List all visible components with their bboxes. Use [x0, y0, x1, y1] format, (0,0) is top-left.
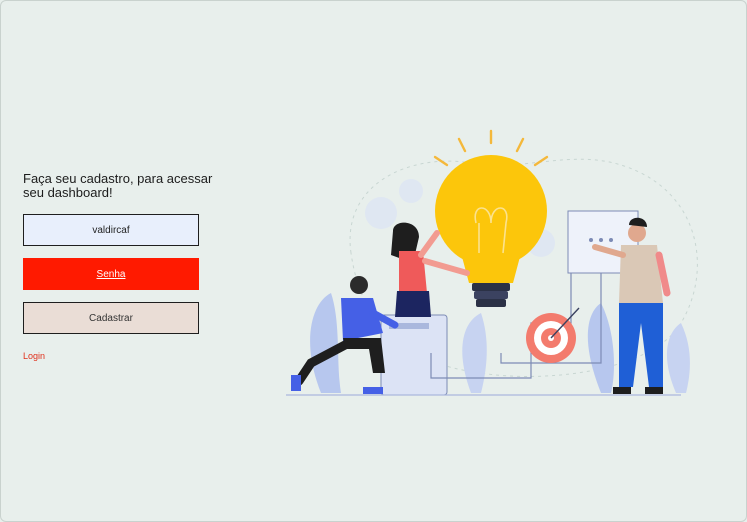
signup-button[interactable]: Cadastrar	[23, 302, 199, 334]
username-field[interactable]: valdircaf	[23, 214, 199, 246]
password-field[interactable]: Senha	[23, 258, 199, 290]
lightbulb-teamwork-illustration	[286, 129, 698, 396]
password-placeholder: Senha	[96, 268, 126, 280]
signup-form: Faça seu cadastro, para acessar seu dash…	[23, 172, 212, 364]
page: Faça seu cadastro, para acessar seu dash…	[0, 0, 747, 522]
login-link[interactable]: Login	[23, 351, 45, 361]
page-title: Faça seu cadastro, para acessar seu dash…	[23, 171, 213, 200]
username-value: valdircaf	[92, 224, 130, 236]
signup-button-label: Cadastrar	[89, 312, 133, 324]
